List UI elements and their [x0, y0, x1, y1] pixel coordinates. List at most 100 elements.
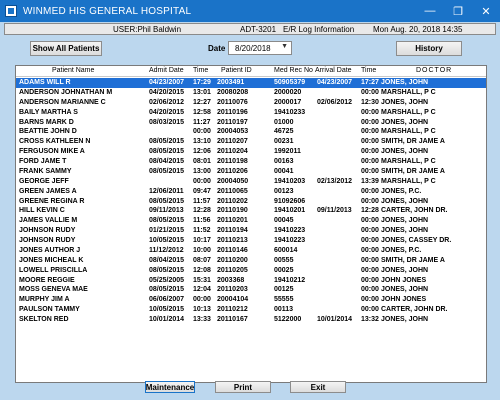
cell-patient-id: 20004104 [217, 296, 249, 304]
table-row[interactable]: FERGUSON MIKE A 08/05/2015 12:06 20110204 19… [16, 147, 486, 157]
table-row[interactable]: GEORGE JEFF 00:00 20004050 19410203 02/13/20… [16, 177, 486, 187]
cell-patient-id: 20110196 [217, 108, 248, 116]
cell-patient-name: BEATTIE JOHN D [19, 128, 77, 136]
chevron-down-icon[interactable]: ▼ [281, 43, 288, 50]
table-row[interactable]: JONES AUTHOR J 11/12/2012 10:00 20110146 600… [16, 246, 486, 256]
restore-icon[interactable]: ❐ [444, 0, 472, 22]
table-row[interactable]: LOWELL PRISCILLA 08/05/2015 12:08 20110205 0… [16, 266, 486, 276]
cell-med-rec-no: 19410203 [274, 177, 306, 185]
cell-doctor: JONES, CASSEY DR. [381, 237, 452, 245]
cell-arrival-time: 13:32 [361, 316, 379, 324]
cell-doctor: CARTER, JOHN DR. [381, 207, 448, 215]
cell-admit-date: 08/05/2015 [149, 148, 185, 156]
cell-med-rec-no: 00123 [274, 187, 294, 195]
cell-patient-name: JONES AUTHOR J [19, 246, 81, 254]
header-admit-date[interactable]: Admit Date [149, 67, 184, 74]
cell-admit-time: 11:57 [193, 197, 211, 205]
maintenance-button[interactable]: Maintenance [145, 381, 195, 393]
cell-admit-date: 08/05/2015 [149, 286, 185, 294]
cell-patient-id: 20110194 [217, 227, 248, 235]
table-row[interactable]: HILL KEVIN C 09/11/2013 12:28 20110190 19410… [16, 206, 486, 216]
cell-doctor: SMITH, DR JAME A [381, 138, 445, 146]
cell-arrival-time: 00:00 [361, 197, 379, 205]
cell-patient-name: HILL KEVIN C [19, 207, 65, 215]
cell-patient-name: ANDERSON JOHNATHAN M [19, 88, 113, 96]
table-row[interactable]: FORD JAME T 08/04/2015 08:01 20110198 00163 0… [16, 157, 486, 167]
cell-med-rec-no: 19410233 [274, 108, 306, 116]
table-row[interactable]: ANDERSON JOHNATHAN M 04/20/2015 13:01 20080… [16, 88, 486, 98]
table-row[interactable]: JONES MICHEAL K 08/04/2015 08:07 20110200 00… [16, 256, 486, 266]
table-row[interactable]: PAULSON TAMMY 10/05/2015 10:13 20110212 0011… [16, 305, 486, 315]
table-row[interactable]: ADAMS WILL R 04/23/2007 17:29 2003491 509053… [16, 78, 486, 88]
cell-patient-name: MOORE REGGIE [19, 276, 75, 284]
table-row[interactable]: BEATTIE JOHN D 00:00 20004053 46725 00:00 MAR… [16, 127, 486, 137]
table-row[interactable]: BARNS MARK D 08/03/2015 11:27 20110197 01000… [16, 118, 486, 128]
header-doctor[interactable]: DOCTOR [416, 67, 452, 74]
header-patient-id[interactable]: Patient ID [221, 67, 252, 74]
cell-patient-id: 20004053 [217, 128, 249, 136]
cell-admit-date: 08/04/2015 [149, 256, 185, 264]
history-button[interactable]: History [396, 41, 462, 56]
cell-patient-id: 20110212 [217, 306, 248, 314]
table-row[interactable]: BAILY MARTHA S 04/20/2015 12:58 20110196 194… [16, 108, 486, 118]
cell-patient-name: CROSS KATHLEEN N [19, 138, 91, 146]
cell-admit-date: 10/01/2014 [149, 316, 185, 324]
cell-admit-time: 00:00 [193, 177, 211, 185]
cell-admit-date: 09/11/2013 [149, 207, 184, 215]
header-patient-name[interactable]: Patient Name [52, 67, 94, 74]
cell-doctor: JONES, JOHN [381, 98, 429, 106]
cell-arrival-time: 00:00 [361, 128, 379, 136]
table-row[interactable]: MOSS GENEVA MAE 08/05/2015 12:04 20110203 00… [16, 285, 486, 295]
show-all-patients-button[interactable]: Show All Patients [30, 41, 102, 56]
screen-code: ADT-3201 [240, 24, 277, 34]
cell-admit-date: 11/12/2012 [149, 246, 184, 254]
table-row[interactable]: MURPHY JIM A 06/06/2007 00:00 20004104 55555… [16, 295, 486, 305]
table-row[interactable]: MOORE REGGIE 05/25/2005 15:31 2003368 194102… [16, 276, 486, 286]
cell-patient-id: 20110213 [217, 237, 248, 245]
cell-admit-time: 12:08 [193, 266, 211, 274]
print-button[interactable]: Print [215, 381, 271, 393]
table-row[interactable]: ANDERSON MARIANNE C 02/06/2012 12:27 201100… [16, 98, 486, 108]
cell-doctor: JONES, JOHN [381, 79, 429, 86]
table-row[interactable]: CROSS KATHLEEN N 08/05/2015 13:10 20110207 0… [16, 137, 486, 147]
title-bar: WINMED HIS GENERAL HOSPITAL — ❐ ✕ [0, 0, 500, 22]
table-row[interactable]: JOHNSON RUDY 10/05/2015 10:17 20110213 19410… [16, 236, 486, 246]
table-row[interactable]: FRANK SAMMY 08/05/2015 13:00 20110206 00041 0… [16, 167, 486, 177]
minimize-icon[interactable]: — [416, 0, 444, 22]
close-icon[interactable]: ✕ [472, 0, 500, 22]
header-time[interactable]: Time [193, 67, 208, 74]
cell-patient-name: FERGUSON MIKE A [19, 148, 85, 156]
cell-med-rec-no: 00025 [274, 266, 294, 274]
cell-arrival-date: 02/06/2012 [317, 98, 353, 106]
table-row[interactable]: JAMES VALLIE M 08/05/2015 11:56 20110201 000… [16, 216, 486, 226]
header-arrival-date[interactable]: Arrival Date [315, 67, 352, 74]
date-picker[interactable]: 8/20/2018 ▼ [228, 41, 292, 55]
table-row[interactable]: GREEN JAMES A 12/06/2011 09:47 20110065 0012… [16, 187, 486, 197]
cell-patient-id: 20110065 [217, 187, 248, 195]
header-arrival-time[interactable]: Time [361, 67, 376, 74]
cell-admit-time: 11:27 [193, 118, 211, 126]
cell-arrival-time: 00:00 [361, 237, 379, 245]
cell-patient-id: 2003368 [217, 276, 245, 284]
cell-patient-name: JOHNSON RUDY [19, 227, 76, 235]
cell-admit-date: 04/20/2015 [149, 108, 185, 116]
cell-med-rec-no: 1992011 [274, 148, 301, 156]
header-med-rec-no[interactable]: Med Rec No [274, 67, 313, 74]
table-row[interactable]: JOHNSON RUDY 01/21/2015 11:52 20110194 19410… [16, 226, 486, 236]
table-row[interactable]: GREENE REGINA R 08/05/2015 11:57 20110202 91… [16, 197, 486, 207]
cell-admit-date: 06/06/2007 [149, 296, 185, 304]
cell-doctor: JOHN JONES [381, 296, 427, 304]
cell-arrival-time: 12:30 [361, 98, 379, 106]
cell-patient-id: 20110190 [217, 207, 248, 215]
exit-button[interactable]: Exit [290, 381, 346, 393]
er-log-table[interactable]: Patient Name Admit Date Time Patient ID … [15, 65, 487, 383]
table-row[interactable]: SKELTON RED 10/01/2014 13:33 20110167 512200… [16, 315, 486, 325]
cell-patient-id: 20110202 [217, 197, 248, 205]
cell-doctor: MARSHALL, P C [381, 158, 436, 166]
window-title: WINMED HIS GENERAL HOSPITAL [23, 5, 192, 17]
cell-arrival-time: 13:39 [361, 177, 379, 185]
cell-arrival-time: 00:00 [361, 256, 379, 264]
cell-admit-time: 10:17 [193, 237, 211, 245]
cell-patient-id: 20110076 [217, 98, 248, 106]
cell-patient-name: BARNS MARK D [19, 118, 74, 126]
